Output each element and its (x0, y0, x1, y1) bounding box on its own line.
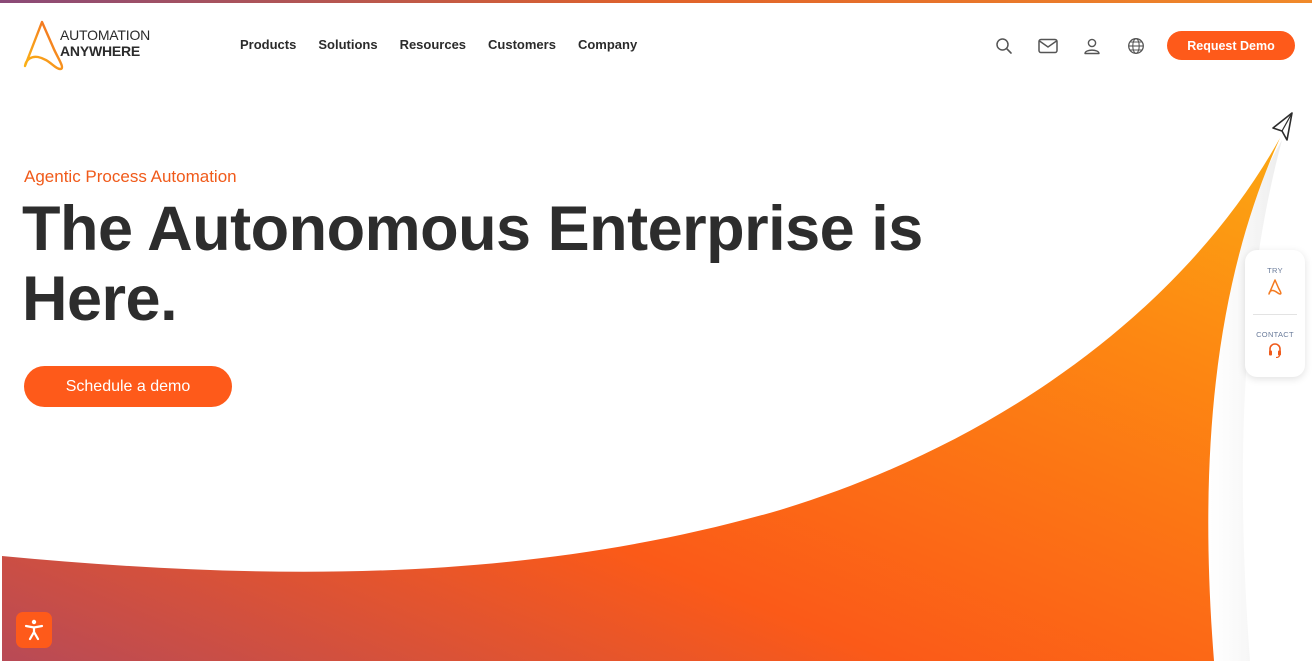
headset-icon (1269, 343, 1281, 359)
schedule-demo-button[interactable]: Schedule a demo (24, 366, 232, 407)
main-nav: Products Solutions Resources Customers C… (240, 37, 637, 52)
logo-text-line2: ANYWHERE (60, 43, 141, 59)
hero-headline: The Autonomous Enterprise is Here. (22, 194, 923, 334)
brand-logo[interactable]: AUTOMATION ANYWHERE (22, 19, 162, 73)
nav-item-products[interactable]: Products (240, 37, 296, 52)
side-widget: TRY CONTACT (1245, 250, 1305, 377)
contact-label: CONTACT (1256, 330, 1294, 339)
search-icon[interactable] (994, 36, 1014, 56)
site-header: AUTOMATION ANYWHERE Products Solutions R… (0, 3, 1312, 85)
request-demo-button[interactable]: Request Demo (1167, 31, 1295, 60)
globe-icon[interactable] (1126, 36, 1146, 56)
user-icon[interactable] (1082, 36, 1102, 56)
mail-icon[interactable] (1038, 36, 1058, 56)
hero-eyebrow: Agentic Process Automation (24, 167, 237, 186)
paper-plane-icon (1272, 112, 1293, 141)
widget-divider (1253, 314, 1297, 315)
nav-item-solutions[interactable]: Solutions (318, 37, 377, 52)
logo-text-line1: AUTOMATION (60, 27, 151, 43)
accessibility-icon (24, 619, 44, 641)
nav-item-company[interactable]: Company (578, 37, 637, 52)
try-widget-button[interactable]: TRY (1245, 266, 1305, 301)
nav-item-customers[interactable]: Customers (488, 37, 556, 52)
accessibility-button[interactable] (16, 612, 52, 648)
try-a-icon (1268, 279, 1282, 295)
contact-widget-button[interactable]: CONTACT (1245, 330, 1305, 363)
try-label: TRY (1267, 266, 1283, 275)
header-icon-group (994, 36, 1146, 56)
nav-item-resources[interactable]: Resources (400, 37, 466, 52)
